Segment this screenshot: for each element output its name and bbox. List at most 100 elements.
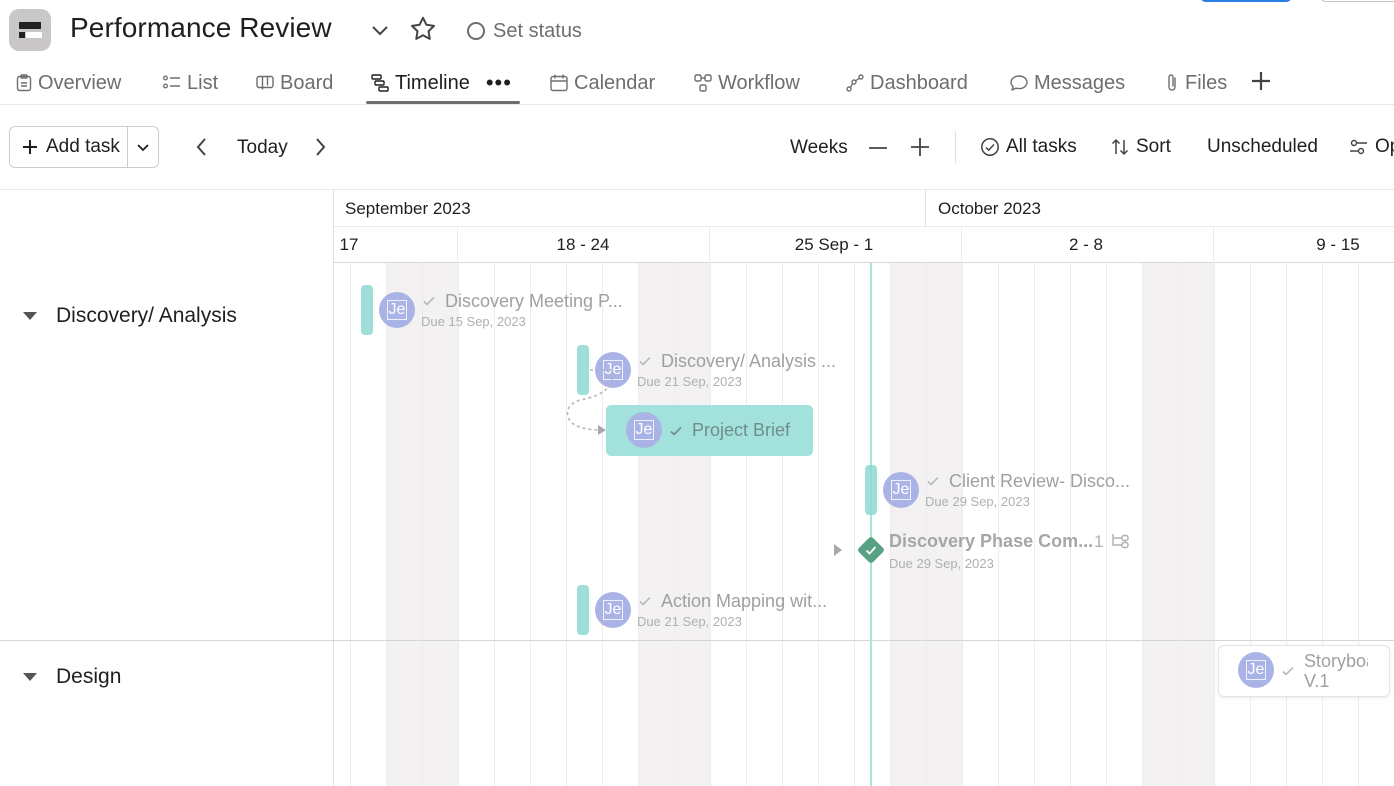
task-bar[interactable] xyxy=(577,585,589,635)
tab-timeline[interactable]: Timeline ••• xyxy=(371,70,512,96)
day-gridline xyxy=(926,263,927,786)
customize-button[interactable] xyxy=(1320,0,1394,2)
tab-more-icon[interactable]: ••• xyxy=(486,70,512,96)
day-gridline xyxy=(1286,263,1287,786)
chevron-down-icon[interactable] xyxy=(368,18,392,42)
day-gridline xyxy=(1214,263,1215,786)
avatar[interactable]: Je xyxy=(883,472,919,508)
unscheduled-label: Unscheduled xyxy=(1207,136,1318,157)
sort-button[interactable]: Sort xyxy=(1110,136,1171,158)
section-divider xyxy=(0,640,334,641)
chevron-left-icon[interactable] xyxy=(192,137,212,157)
avatar[interactable]: Je xyxy=(626,412,662,448)
week-label: 2 - 8 xyxy=(1068,235,1104,254)
tab-label: Calendar xyxy=(574,71,656,94)
check-icon[interactable] xyxy=(422,294,436,308)
avatar[interactable]: Je xyxy=(1238,652,1274,688)
add-task-button[interactable]: Add task xyxy=(10,127,128,167)
task-name[interactable]: Storyboa V.1 xyxy=(1304,651,1368,691)
task-due-date: Due 29 Sep, 2023 xyxy=(925,494,1030,509)
tab-label: Workflow xyxy=(718,71,800,94)
tab-files[interactable]: Files xyxy=(1165,70,1227,96)
tab-label: Messages xyxy=(1034,71,1126,94)
tab-board[interactable]: Board xyxy=(256,70,333,96)
today-button[interactable]: Today xyxy=(237,137,288,159)
day-gridline xyxy=(602,263,603,786)
week-divider xyxy=(709,227,710,263)
check-circle-icon xyxy=(981,138,999,156)
day-gridline xyxy=(998,263,999,786)
day-gridline xyxy=(494,263,495,786)
share-button[interactable] xyxy=(1200,0,1292,2)
task-name-line: V.1 xyxy=(1304,671,1330,691)
day-gridline xyxy=(1250,263,1251,786)
options-label: Op xyxy=(1375,136,1394,157)
timeline-canvas[interactable] xyxy=(334,263,1394,786)
add-tab-icon[interactable] xyxy=(1250,70,1272,92)
week-header: 17 18 - 24 25 Sep - 1 2 - 8 9 - 15 xyxy=(334,227,1394,263)
status-circle-icon xyxy=(467,22,485,40)
caret-right-icon[interactable] xyxy=(833,543,843,557)
clipboard-icon xyxy=(16,74,32,92)
all-tasks-label: All tasks xyxy=(1006,136,1077,157)
day-gridline xyxy=(458,263,459,786)
check-icon[interactable] xyxy=(638,354,652,368)
section-name: Discovery/ Analysis xyxy=(56,304,237,327)
task-bar[interactable] xyxy=(865,465,877,515)
day-gridline xyxy=(638,263,639,786)
set-status-button[interactable]: Set status xyxy=(467,18,582,44)
section-design[interactable]: Design xyxy=(22,665,121,689)
options-button[interactable]: Op xyxy=(1349,136,1394,158)
caret-down-icon xyxy=(23,312,37,320)
task-name[interactable]: Project Brief xyxy=(692,420,790,441)
day-gridline xyxy=(1322,263,1323,786)
project-header: Performance Review Set status xyxy=(0,0,1394,62)
day-gridline xyxy=(746,263,747,786)
task-name[interactable]: Client Review- Disco... xyxy=(949,471,1130,492)
week-divider xyxy=(961,227,962,263)
subtask-count-value: 1 xyxy=(1094,532,1104,551)
tab-messages[interactable]: Messages xyxy=(1010,70,1125,96)
tab-list[interactable]: List xyxy=(163,70,218,96)
day-gridline xyxy=(890,263,891,786)
add-task-label: Add task xyxy=(46,136,120,157)
sort-icon xyxy=(1111,138,1129,156)
project-title[interactable]: Performance Review xyxy=(70,12,332,44)
task-name[interactable]: Action Mapping wit... xyxy=(661,591,827,612)
avatar[interactable]: Je xyxy=(379,292,415,328)
project-icon[interactable] xyxy=(9,9,51,51)
chevron-right-icon[interactable] xyxy=(310,137,330,157)
zoom-out-icon[interactable] xyxy=(867,137,889,159)
check-icon[interactable] xyxy=(1281,664,1295,678)
tab-dashboard[interactable]: Dashboard xyxy=(846,70,968,96)
check-icon[interactable] xyxy=(669,424,683,438)
zoom-level-select[interactable]: Weeks xyxy=(790,137,848,159)
tab-workflow[interactable]: Workflow xyxy=(694,70,800,96)
milestone-name[interactable]: Discovery Phase Com... xyxy=(889,531,1093,552)
add-task-dropdown[interactable] xyxy=(128,127,158,167)
subtask-count[interactable]: 1 xyxy=(1094,532,1131,552)
unscheduled-button[interactable]: Unscheduled xyxy=(1207,136,1318,158)
day-gridline xyxy=(1142,263,1143,786)
day-gridline xyxy=(854,263,855,786)
check-icon[interactable] xyxy=(638,594,652,608)
avatar[interactable]: Je xyxy=(595,592,631,628)
day-gridline xyxy=(566,263,567,786)
star-icon[interactable] xyxy=(408,14,438,44)
tab-overview[interactable]: Overview xyxy=(16,70,121,96)
tab-calendar[interactable]: Calendar xyxy=(550,70,655,96)
paperclip-icon xyxy=(1168,74,1176,91)
tab-label: List xyxy=(187,71,219,94)
task-name[interactable]: Discovery/ Analysis ... xyxy=(661,351,836,372)
section-discovery-analysis[interactable]: Discovery/ Analysis xyxy=(22,304,237,328)
check-icon[interactable] xyxy=(926,474,940,488)
day-gridline xyxy=(1178,263,1179,786)
day-gridline xyxy=(1106,263,1107,786)
task-bar[interactable] xyxy=(361,285,373,335)
all-tasks-filter[interactable]: All tasks xyxy=(980,136,1077,158)
message-icon xyxy=(1010,75,1028,91)
task-name[interactable]: Discovery Meeting P... xyxy=(445,291,623,312)
zoom-in-icon[interactable] xyxy=(909,136,931,158)
toolbar-divider xyxy=(955,131,956,163)
options-icon xyxy=(1350,139,1367,155)
